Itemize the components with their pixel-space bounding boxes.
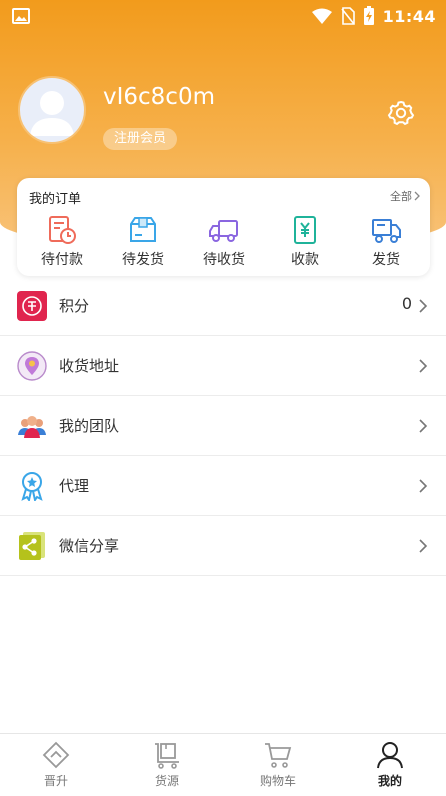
agent-badge-icon xyxy=(21,472,43,501)
pending-shipment-icon xyxy=(130,217,156,242)
points-value: 0 xyxy=(401,294,412,313)
order-item-label: 待付款 xyxy=(41,252,83,268)
menu-list: 积分 0 收货地址 我的团队 代理 微信分享 xyxy=(0,276,446,576)
chevron-right-icon xyxy=(419,299,428,313)
status-time: 11:44 xyxy=(382,6,436,26)
chevron-right-icon xyxy=(419,359,428,373)
chevron-right-icon xyxy=(419,479,428,493)
member-level-badge: 注册会员 xyxy=(103,128,178,150)
menu-item-address[interactable]: 收货地址 xyxy=(0,336,446,396)
orders-all-link[interactable]: 全部 xyxy=(390,188,420,204)
menu-item-label: 积分 xyxy=(59,297,90,315)
bottom-tab-bar: 晋升 货源 购物车 我的 xyxy=(0,733,446,796)
orders-card: 我的订单 全部 待付款 待发货 待收货 收款 发货 xyxy=(17,178,430,276)
tab-promote[interactable]: 晋升 xyxy=(16,740,96,789)
order-item-label: 收款 xyxy=(291,252,319,268)
menu-item-points[interactable]: 积分 0 xyxy=(0,276,446,336)
order-item-label: 待发货 xyxy=(122,252,164,268)
menu-item-label: 我的团队 xyxy=(59,417,120,435)
promote-icon xyxy=(42,741,70,769)
order-pending-receipt[interactable]: 待收货 xyxy=(194,214,254,269)
username: vI6c8c0m xyxy=(103,84,215,110)
orders-all-label: 全部 xyxy=(390,190,412,203)
tab-supply[interactable]: 货源 xyxy=(127,740,207,789)
tab-label: 购物车 xyxy=(259,774,296,788)
menu-item-label: 收货地址 xyxy=(59,357,120,375)
ship-icon xyxy=(372,219,401,243)
settings-gear-icon[interactable] xyxy=(387,99,415,127)
share-icon xyxy=(19,532,45,560)
tab-label: 晋升 xyxy=(43,774,68,788)
wifi-icon xyxy=(311,8,332,24)
menu-item-label: 微信分享 xyxy=(59,537,120,555)
order-item-label: 待收货 xyxy=(203,252,245,268)
points-icon xyxy=(17,291,47,321)
order-ship[interactable]: 发货 xyxy=(356,214,416,269)
cart-icon xyxy=(265,743,292,768)
chevron-right-icon xyxy=(419,419,428,433)
order-pending-shipment[interactable]: 待发货 xyxy=(113,214,173,269)
menu-item-team[interactable]: 我的团队 xyxy=(0,396,446,456)
profile-icon xyxy=(377,742,403,769)
pending-receipt-icon xyxy=(209,220,238,242)
orders-title: 我的订单 xyxy=(29,192,82,207)
gallery-notification-icon xyxy=(12,8,30,24)
tab-cart[interactable]: 购物车 xyxy=(238,740,318,789)
order-item-label: 发货 xyxy=(372,252,400,268)
default-avatar-icon xyxy=(30,91,74,136)
menu-item-agent[interactable]: 代理 xyxy=(0,456,446,516)
battery-charging-icon xyxy=(363,6,374,25)
menu-item-wechat-share[interactable]: 微信分享 xyxy=(0,516,446,576)
order-collect-payment[interactable]: 收款 xyxy=(275,214,335,269)
pending-payment-icon xyxy=(49,216,76,244)
collect-payment-icon xyxy=(294,216,316,244)
tab-label: 货源 xyxy=(154,774,179,788)
team-icon xyxy=(18,416,46,438)
chevron-right-icon xyxy=(414,191,420,201)
tab-label: 我的 xyxy=(377,774,402,788)
chevron-right-icon xyxy=(419,539,428,553)
no-sim-icon xyxy=(340,7,355,25)
status-bar: 11:44 xyxy=(0,0,446,32)
menu-item-label: 代理 xyxy=(59,477,90,495)
address-pin-icon xyxy=(17,351,47,381)
avatar[interactable] xyxy=(18,76,86,144)
supply-icon xyxy=(155,743,179,769)
order-pending-payment[interactable]: 待付款 xyxy=(32,214,92,269)
tab-profile[interactable]: 我的 xyxy=(350,740,430,789)
